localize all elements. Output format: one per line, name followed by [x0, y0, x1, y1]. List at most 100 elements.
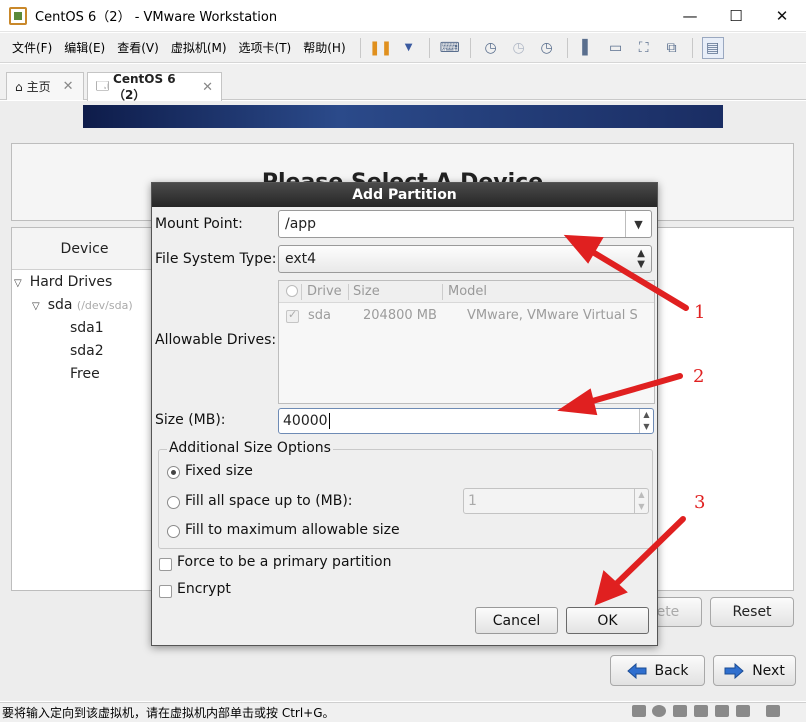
- size-input[interactable]: 40000 ▲ ▼: [278, 408, 654, 434]
- minimize-button[interactable]: —: [667, 0, 713, 32]
- console-view-icon[interactable]: ▭: [605, 37, 627, 59]
- toolbar-separator: [691, 37, 693, 58]
- network-status-icon[interactable]: [673, 705, 687, 717]
- unity-icon[interactable]: ⧉: [661, 37, 683, 59]
- pause-icon[interactable]: ❚❚: [369, 37, 392, 59]
- fill-max-label[interactable]: Fill to maximum allowable size: [185, 522, 400, 538]
- arrow-left-icon: [626, 662, 646, 679]
- snapshot-manager-icon[interactable]: ◷: [536, 37, 558, 59]
- tree-partition[interactable]: sda1: [70, 320, 104, 336]
- fill-up-to-value: 1: [468, 493, 477, 509]
- drive-checkbox[interactable]: [286, 308, 299, 323]
- add-partition-dialog: Add Partition Mount Point: /app ▼ File S…: [151, 182, 658, 646]
- menu-vm[interactable]: 虚拟机(M): [171, 39, 227, 56]
- expand-triangle-icon[interactable]: ▽: [32, 301, 40, 312]
- drives-col-size[interactable]: Size: [353, 284, 380, 299]
- menu-view[interactable]: 查看(V): [117, 39, 159, 56]
- annotation-number-1: 1: [694, 302, 706, 323]
- sound-status-icon[interactable]: [736, 705, 750, 717]
- close-window-button[interactable]: ✕: [759, 0, 805, 32]
- back-button[interactable]: Back: [610, 655, 705, 686]
- spinner-arrows-icon[interactable]: ▲ ▼: [634, 489, 648, 513]
- tree-disk-label: sda: [47, 297, 73, 313]
- device-column-header[interactable]: Device: [12, 228, 158, 270]
- usb-status-icon[interactable]: [694, 705, 708, 717]
- allowable-drives-label: Allowable Drives:: [155, 332, 277, 348]
- annotation-number-3: 3: [694, 492, 706, 513]
- menu-tabs[interactable]: 选项卡(T): [239, 39, 292, 56]
- next-label: Next: [752, 662, 785, 679]
- chevron-down-icon[interactable]: ▼: [625, 211, 651, 237]
- size-value: 40000: [283, 413, 328, 429]
- status-text: 要将输入定向到该虚拟机，请在虚拟机内部单击或按 Ctrl+G。: [2, 706, 335, 720]
- drives-col-drive[interactable]: Drive: [307, 284, 342, 299]
- tab-centos-label: CentOS 6（2）: [113, 71, 176, 102]
- text-caret: [328, 413, 330, 429]
- home-icon: ⌂: [15, 79, 23, 94]
- force-primary-label[interactable]: Force to be a primary partition: [177, 554, 391, 570]
- close-icon[interactable]: ✕: [63, 79, 74, 94]
- fill-up-to-input[interactable]: 1 ▲ ▼: [463, 488, 649, 514]
- tree-partition[interactable]: sda2: [70, 343, 104, 359]
- cancel-button[interactable]: Cancel: [475, 607, 558, 634]
- maximize-button[interactable]: ☐: [713, 0, 759, 32]
- cdrom-status-icon[interactable]: [652, 705, 666, 717]
- fs-type-label: File System Type:: [155, 251, 277, 267]
- sidebar-toggle-icon[interactable]: ▌: [577, 37, 599, 59]
- encrypt-label[interactable]: Encrypt: [177, 581, 231, 597]
- printer-status-icon[interactable]: [715, 705, 729, 717]
- fill-up-to-radio[interactable]: [167, 496, 180, 509]
- tab-strip: ⌂ 主页 ✕ 🗔 CentOS 6（2） ✕: [0, 64, 806, 102]
- window-title: CentOS 6（2） - VMware Workstation: [35, 10, 278, 25]
- vm-icon: 🗔: [96, 78, 110, 93]
- table-row[interactable]: sda 204800 MB VMware, VMware Virtual S: [279, 305, 654, 327]
- force-primary-checkbox[interactable]: [159, 558, 172, 571]
- vmware-logo-icon: [9, 6, 27, 25]
- expand-triangle-icon[interactable]: ▽: [14, 278, 22, 289]
- snapshot-icon[interactable]: ◷: [480, 37, 502, 59]
- column-separator: [348, 284, 349, 300]
- column-separator: [442, 284, 443, 300]
- toolbar-separator: [428, 37, 430, 58]
- revert-snapshot-icon[interactable]: ◷: [508, 37, 530, 59]
- spinner-arrows-icon[interactable]: ▲ ▼: [639, 409, 653, 433]
- close-icon[interactable]: ✕: [202, 80, 213, 95]
- toolbar-separator: [566, 37, 568, 58]
- menu-bar: 文件(F) 编辑(E) 查看(V) 虚拟机(M) 选项卡(T) 帮助(H) ❚❚…: [0, 33, 806, 63]
- mount-point-combo[interactable]: /app ▼: [278, 210, 652, 238]
- menu-edit[interactable]: 编辑(E): [64, 39, 105, 56]
- chevron-down-icon[interactable]: ▼: [398, 37, 420, 59]
- next-button[interactable]: Next: [713, 655, 796, 686]
- additional-size-legend: Additional Size Options: [167, 440, 333, 456]
- column-separator: [301, 284, 302, 300]
- tree-hard-drives[interactable]: ▽ Hard Drives: [14, 274, 112, 290]
- mount-point-value: /app: [285, 216, 317, 232]
- toolbar-separator: [469, 37, 471, 58]
- ok-button[interactable]: OK: [566, 607, 649, 634]
- fill-up-to-label[interactable]: Fill all space up to (MB):: [185, 493, 353, 509]
- fill-max-radio[interactable]: [167, 525, 180, 538]
- annotation-number-2: 2: [693, 366, 705, 387]
- menu-help[interactable]: 帮助(H): [303, 39, 345, 56]
- fs-type-select[interactable]: ext4 ▲ ▼: [278, 245, 652, 273]
- fixed-size-label[interactable]: Fixed size: [185, 463, 253, 479]
- hdd-status-icon[interactable]: [632, 705, 646, 717]
- updown-arrows-icon: ▲ ▼: [637, 248, 645, 270]
- tab-home-label: 主页: [26, 80, 51, 94]
- reset-button[interactable]: Reset: [710, 597, 794, 627]
- fullscreen-icon[interactable]: ⛶: [633, 37, 655, 59]
- allowable-drives-list[interactable]: Drive Size Model sda 204800 MB VMware, V…: [278, 280, 655, 404]
- menu-file[interactable]: 文件(F): [12, 39, 52, 56]
- fixed-size-radio[interactable]: [167, 466, 180, 479]
- tab-centos[interactable]: 🗔 CentOS 6（2） ✕: [87, 71, 222, 102]
- drives-col-model[interactable]: Model: [448, 284, 487, 299]
- thumbnail-view-icon[interactable]: ▤: [701, 36, 724, 59]
- encrypt-checkbox[interactable]: [159, 585, 172, 598]
- drive-size: 204800 MB: [363, 308, 437, 323]
- tree-free-space[interactable]: Free: [70, 366, 100, 382]
- tab-home[interactable]: ⌂ 主页 ✕: [6, 72, 84, 100]
- display-status-icon[interactable]: [766, 705, 780, 717]
- tree-disk-sda[interactable]: ▽ sda (/dev/sda): [32, 297, 133, 313]
- send-keys-icon[interactable]: ⌨: [439, 37, 461, 59]
- installer-banner: [83, 105, 723, 128]
